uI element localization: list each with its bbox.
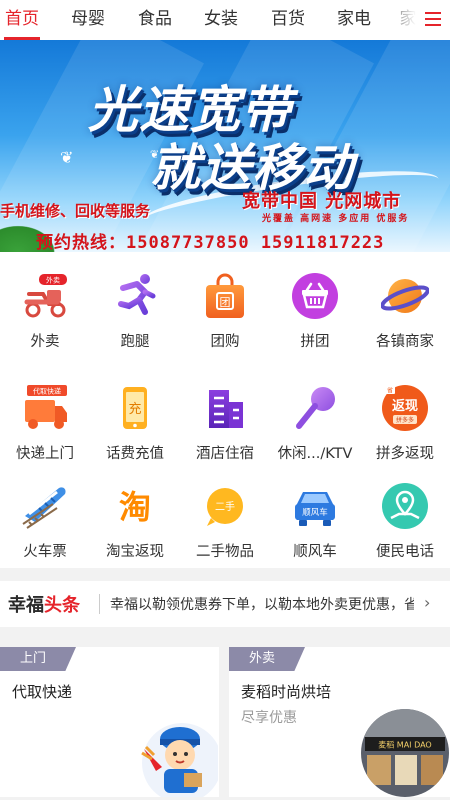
grid-item-errand[interactable]: 跑腿 [90,252,180,352]
banner-service: 手机维修、回收等服务 [0,202,151,220]
grid-item-pdd-cashback[interactable]: 省 返现 拼多多 拼多返现 [360,364,450,464]
carpool-badge-text: 顺风车 [302,507,328,518]
headline-bar[interactable]: 幸福头条 幸福以勒领优惠券下单，以勒本地外卖更优惠，省钱 › [0,581,450,627]
service-grid: 外卖 外卖 跑腿 团 团购 拼团 各镇商家 代取快递 快递上门 充 话费充值 酒… [0,252,450,568]
waimai-badge-text: 外卖 [46,276,60,285]
grid-item-label: 休闲.../KTV [277,446,353,462]
grid-item-label: 火车票 [23,544,67,560]
tab-womens-clothing[interactable]: 女装 [201,0,241,40]
grid-item-waimai[interactable]: 外卖 外卖 [0,252,90,352]
shopping-bag-icon: 团 [206,273,244,318]
grid-item-label: 拼团 [300,334,330,350]
grid-item-secondhand[interactable]: 二手 二手物品 [180,462,270,562]
tab-fade [380,0,425,40]
grid-item-recharge[interactable]: 充 话费充值 [90,364,180,464]
tab-appliances[interactable]: 家电 [334,0,374,40]
grid-item-label: 话费充值 [106,446,164,462]
bakery-photo: 麦稻 MAI DAO [361,709,449,797]
bakery-sign-text: 麦稻 MAI DAO [378,740,431,750]
grid-item-phonebook[interactable]: 便民电话 [360,462,450,562]
tab-general-goods[interactable]: 百货 [268,0,308,40]
express-badge-text: 代取快递 [33,387,61,396]
banner-tagline: 光覆盖 高网速 多应用 优服务 [262,214,410,224]
grid-item-label: 团购 [210,334,240,350]
grid-item-label: 二手物品 [196,544,254,560]
grid-item-train[interactable]: 火车票 [0,462,90,562]
card-tag: 上门 [0,647,76,671]
tuangou-badge-text: 团 [220,296,231,309]
grid-item-hotel[interactable]: 酒店住宿 [180,364,270,464]
phone-recharge-icon: 充 [123,387,147,429]
dove-icon: ❦ [60,148,74,167]
grid-item-label: 便民电话 [376,544,434,560]
card-title: 麦稻时尚烘培 [241,683,332,701]
hotel-icon [209,390,243,428]
secondhand-badge-text: 二手 [215,500,235,513]
banner-hotline: 预约热线：15087737850 15911817223 [36,233,385,252]
cashback-badge-text: 返现 [392,399,418,414]
promo-card-bakery[interactable]: 外卖 麦稻时尚烘培 尽享优惠 麦稻 MAI DAO [229,647,450,797]
delivery-truck-icon: 代取快递 [25,385,67,429]
grid-item-ktv[interactable]: 休闲.../KTV [270,364,360,464]
basket-icon [292,273,338,319]
tab-maternity[interactable]: 母婴 [68,0,108,40]
recharge-badge-text: 充 [128,401,141,417]
banner-slogan: 宽带中国 光网城市 [242,191,402,212]
headline-logo-a: 幸福 [8,595,44,616]
grid-item-label: 淘宝返现 [106,544,164,560]
running-man-icon [118,274,156,315]
headline-logo: 幸福头条 [8,591,80,617]
grid-item-town-merchants[interactable]: 各镇商家 [360,252,450,352]
divider [99,594,100,614]
grid-item-taobao[interactable]: 淘 淘宝返现 [90,462,180,562]
grid-item-label: 跑腿 [120,334,150,350]
grid-item-label: 各镇商家 [376,334,434,350]
category-tab-bar: 首页 母婴 食品 女装 百货 家电 家 [0,0,450,40]
taobao-badge-text: 淘 [119,488,151,526]
planet-icon [381,279,429,313]
microphone-icon [296,387,335,429]
hamburger-menu-icon[interactable] [424,8,442,30]
cashback-icon: 省 返现 拼多多 [382,385,428,431]
grid-item-group-deal[interactable]: 拼团 [270,252,360,352]
train-icon [22,487,66,529]
grid-item-label: 顺风车 [293,544,337,560]
scooter-icon: 外卖 [24,274,67,318]
grid-item-label: 拼多返现 [376,446,434,462]
grid-item-carpool[interactable]: 顺风车 顺风车 [270,462,360,562]
headline-logo-b: 头条 [44,595,80,616]
secondhand-icon: 二手 [207,488,243,526]
headline-text[interactable]: 幸福以勒领优惠券下单，以勒本地外卖更优惠，省钱 [110,594,414,614]
grid-item-label: 外卖 [30,334,60,350]
courier-mascot-icon [141,723,218,797]
car-icon: 顺风车 [295,492,335,526]
taobao-icon: 淘 [119,488,151,526]
grid-item-label: 快递上门 [16,446,74,462]
tab-food[interactable]: 食品 [135,0,175,40]
promo-banner[interactable]: ❦ ❦ 光速宽带 就送移动 宽带中国 光网城市 光覆盖 高网速 多应用 优服务 … [0,40,450,252]
promo-card-express[interactable]: 上门 代取快递 [0,647,219,797]
grid-item-group-buy[interactable]: 团 团购 [180,252,270,352]
grid-item-label: 酒店住宿 [196,446,254,462]
cashback-small-text: 拼多多 [396,416,414,424]
card-tag: 外卖 [229,647,305,671]
tab-home[interactable]: 首页 [2,0,42,40]
map-pin-icon [382,483,428,529]
card-subtitle: 尽享优惠 [241,710,297,726]
card-title: 代取快递 [12,683,73,701]
cashback-top-text: 省 [387,387,393,395]
chevron-right-icon[interactable]: › [424,593,430,612]
grid-item-express[interactable]: 代取快递 快递上门 [0,364,90,464]
